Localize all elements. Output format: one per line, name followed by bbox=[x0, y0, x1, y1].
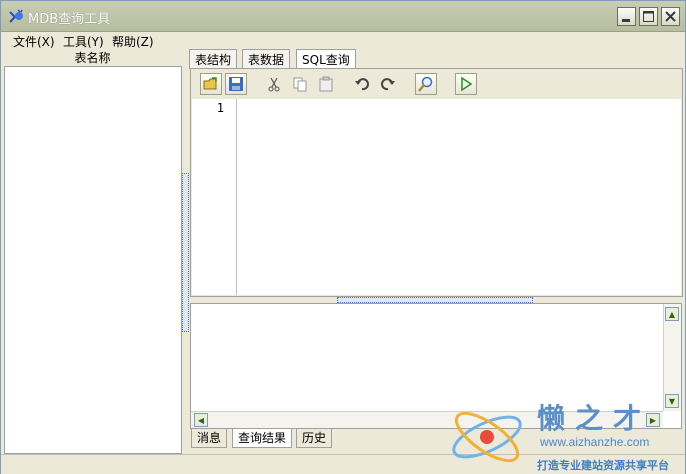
find-button[interactable] bbox=[415, 73, 437, 95]
watermark-url: www.aizhanzhe.com bbox=[540, 435, 650, 449]
close-button[interactable] bbox=[661, 7, 680, 26]
arrow-down-icon: ▼ bbox=[668, 396, 676, 406]
app-icon bbox=[9, 9, 23, 23]
menu-help[interactable]: 帮助(Z) bbox=[112, 33, 154, 50]
cut-button[interactable] bbox=[263, 73, 285, 95]
minimize-button[interactable] bbox=[617, 7, 636, 26]
result-panel[interactable]: ▲ ▼ ◀ ▶ bbox=[190, 303, 682, 429]
scroll-up-button[interactable]: ▲ bbox=[665, 307, 679, 321]
table-list-header: 表名称 bbox=[74, 51, 111, 65]
tab-table-data[interactable]: 表数据 bbox=[242, 49, 291, 69]
run-query-button[interactable] bbox=[455, 73, 477, 95]
maximize-button[interactable] bbox=[639, 7, 658, 26]
copy-icon bbox=[293, 77, 307, 92]
tab-label: 表结构 bbox=[195, 53, 232, 67]
tab-messages[interactable]: 消息 bbox=[191, 429, 228, 448]
table-list[interactable] bbox=[4, 66, 182, 454]
minimize-icon bbox=[622, 19, 630, 22]
menu-tools[interactable]: 工具(Y) bbox=[63, 33, 104, 50]
tab-query-results[interactable]: 查询结果 bbox=[232, 429, 293, 448]
line-number-gutter: 1 bbox=[192, 99, 237, 295]
paste-icon bbox=[319, 76, 333, 92]
close-icon bbox=[665, 11, 676, 22]
scroll-left-button[interactable]: ◀ bbox=[194, 413, 208, 427]
play-icon bbox=[461, 76, 473, 92]
app-window: MDB查询工具 文件(X) 工具(Y) 帮助(Z) 表名称 表结构 表数据 SQ… bbox=[0, 0, 686, 474]
vertical-splitter[interactable] bbox=[182, 173, 189, 332]
editor-toolbar bbox=[191, 69, 682, 99]
tab-label: 消息 bbox=[197, 431, 222, 445]
menu-bar: 文件(X) 工具(Y) 帮助(Z) bbox=[1, 31, 685, 49]
title-bar[interactable]: MDB查询工具 bbox=[1, 1, 685, 32]
maximize-icon bbox=[643, 11, 654, 22]
tab-label: 查询结果 bbox=[238, 431, 287, 445]
scroll-right-button[interactable]: ▶ bbox=[646, 413, 660, 427]
sql-editor-panel: 1 bbox=[190, 68, 683, 297]
save-button[interactable] bbox=[225, 73, 247, 95]
sql-code-area[interactable] bbox=[237, 99, 681, 295]
magnifier-icon bbox=[418, 76, 433, 92]
tab-table-structure[interactable]: 表结构 bbox=[189, 49, 238, 69]
paste-button[interactable] bbox=[315, 73, 337, 95]
horizontal-scrollbar[interactable]: ◀ ▶ bbox=[191, 411, 663, 428]
line-number: 1 bbox=[216, 101, 224, 115]
open-button[interactable] bbox=[200, 73, 222, 95]
scroll-down-button[interactable]: ▼ bbox=[665, 394, 679, 408]
arrow-right-icon: ▶ bbox=[649, 415, 657, 425]
tab-label: SQL查询 bbox=[302, 53, 350, 67]
arrow-left-icon: ◀ bbox=[197, 415, 205, 425]
copy-button[interactable] bbox=[289, 73, 311, 95]
arrow-up-icon: ▲ bbox=[668, 309, 676, 319]
redo-button[interactable] bbox=[377, 73, 399, 95]
tab-label: 表数据 bbox=[248, 53, 285, 67]
undo-button[interactable] bbox=[351, 73, 373, 95]
save-icon bbox=[229, 77, 243, 91]
tab-history[interactable]: 历史 bbox=[296, 429, 333, 448]
window-title: MDB查询工具 bbox=[28, 12, 111, 27]
status-bar bbox=[1, 454, 685, 474]
redo-icon bbox=[381, 78, 395, 91]
cut-icon bbox=[268, 77, 280, 92]
tab-label: 历史 bbox=[302, 431, 327, 445]
menu-file[interactable]: 文件(X) bbox=[13, 33, 55, 50]
undo-icon bbox=[355, 78, 369, 91]
tab-sql-query[interactable]: SQL查询 bbox=[296, 49, 356, 70]
open-folder-icon bbox=[203, 77, 217, 90]
vertical-scrollbar[interactable]: ▲ ▼ bbox=[663, 304, 681, 411]
